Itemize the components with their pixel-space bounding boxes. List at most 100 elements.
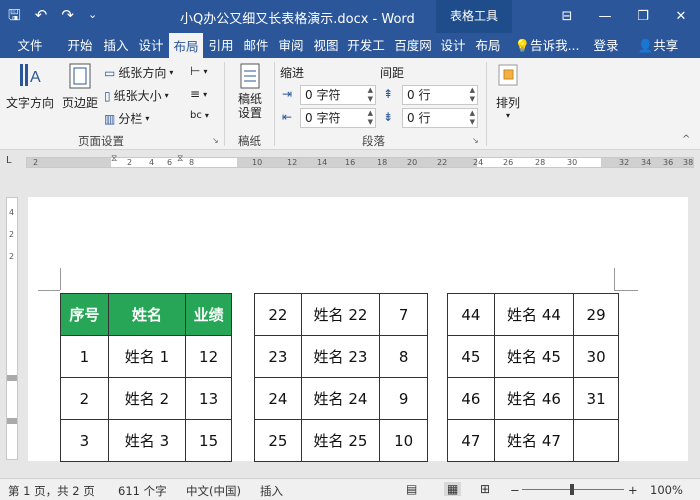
column-marker-icon[interactable]: ⧖ [177, 154, 183, 164]
indent-left-field[interactable]: 0 字符 ▲ ▼ [300, 85, 376, 105]
title-bar: 🖫 ↶ ↷ ⌄ 小Q办公又细又长表格演示.docx - Word 表格工具 ⊟ … [0, 0, 700, 33]
dropdown-arrow-icon: ▾ [505, 111, 510, 120]
breaks-button[interactable]: ⊢ ▾ [190, 64, 207, 78]
spacing-after-field[interactable]: 0 行 ▲ ▼ [402, 108, 478, 128]
indent-label: 缩进 [280, 66, 305, 80]
page-size-icon: ▯ [104, 88, 111, 103]
spinner-icon[interactable]: ▲ ▼ [470, 109, 475, 127]
redo-icon[interactable]: ↷ [61, 5, 74, 25]
read-mode-icon[interactable]: ▤ [406, 482, 417, 496]
zoom-in-button[interactable]: + [628, 483, 638, 497]
table-tools-label: 表格工具 [436, 0, 512, 33]
tab-references[interactable]: 引用 [204, 33, 238, 58]
draft-group-label: 稿纸 [238, 134, 261, 148]
orientation-icon: ▭ [104, 65, 116, 80]
header-cell-score[interactable]: 业绩 [185, 293, 232, 336]
arrange-icon [498, 64, 518, 86]
tab-table-layout[interactable]: 布局 [471, 33, 505, 58]
dialog-launcher-icon[interactable]: ↘ [472, 136, 479, 145]
dropdown-arrow-icon: ▾ [145, 114, 150, 123]
draft-paper-button[interactable]: 稿纸设置 [230, 62, 270, 120]
breaks-icon: ⊢ [190, 64, 201, 78]
text-direction-icon: A [20, 64, 41, 86]
tab-view[interactable]: 视图 [309, 33, 343, 58]
line-numbers-button[interactable]: ≡ ▾ [190, 87, 207, 101]
share-button[interactable]: 👤共享 [628, 33, 688, 58]
tab-developer[interactable]: 开发工 [343, 33, 389, 58]
print-layout-icon[interactable]: ▦ [444, 482, 462, 496]
table-row: 45 姓名 45 30 [447, 335, 619, 378]
size-button[interactable]: ▯ 纸张大小 ▾ [104, 87, 169, 104]
page-indicator[interactable]: 第 1 页，共 2 页 [8, 483, 95, 499]
collapse-ribbon-icon[interactable]: ^ [682, 134, 690, 145]
hyphenation-icon: bc [190, 110, 202, 121]
spacing-before-field[interactable]: 0 行 ▲ ▼ [402, 85, 478, 105]
zoom-slider-thumb[interactable] [570, 484, 574, 495]
ribbon-display-options-icon[interactable]: ⊟ [548, 0, 586, 33]
indent-left-icon: ⇥ [282, 87, 293, 101]
header-cell-index[interactable]: 序号 [60, 293, 109, 336]
tab-baidu[interactable]: 百度网 [390, 33, 436, 58]
save-icon[interactable]: 🖫 [8, 5, 21, 25]
word-count[interactable]: 611 个字 [118, 483, 167, 499]
tell-me-search[interactable]: 💡告诉我... [512, 33, 582, 58]
horizontal-ruler[interactable]: 2 2 4 6 8 10 12 14 16 18 20 22 24 26 28 … [26, 154, 694, 168]
table-row: 1 姓名 1 12 [60, 335, 232, 378]
tab-design[interactable]: 设计 [134, 33, 168, 58]
ribbon-tabs: 文件 开始 插入 设计 布局 引用 邮件 审阅 视图 开发工 百度网 设计 布局… [0, 33, 700, 58]
table-row: 22 姓名 22 7 [254, 293, 428, 336]
columns-icon: ▥ [104, 111, 116, 126]
draft-paper-icon [240, 63, 260, 89]
vertical-ruler[interactable]: 4 2 2 [6, 197, 18, 460]
orientation-button[interactable]: ▭ 纸张方向 ▾ [104, 64, 173, 81]
window-title: 小Q办公又细又长表格演示.docx - Word [180, 12, 415, 27]
table-row: 47 姓名 47 [447, 419, 619, 462]
dropdown-arrow-icon: ▾ [169, 68, 174, 77]
table-row: 23 姓名 23 8 [254, 335, 428, 378]
login-button[interactable]: 登录 [590, 33, 622, 58]
close-button[interactable]: ✕ [662, 0, 700, 33]
table-row: 2 姓名 2 13 [60, 377, 232, 420]
tab-file[interactable]: 文件 [8, 33, 52, 58]
language-indicator[interactable]: 中文(中国) [186, 483, 241, 499]
undo-icon[interactable]: ↶ [35, 5, 48, 25]
ribbon-layout-panel: A 文字方向 页边距 ▭ 纸张方向 ▾ ▯ 纸张大小 ▾ ▥ 分栏 ▾ ⊢ ▾ ≡ ▾ b… [0, 58, 700, 150]
customize-qat-icon[interactable]: ⌄ [88, 5, 97, 25]
dropdown-arrow-icon: ▾ [164, 91, 169, 100]
zoom-out-button[interactable]: − [510, 483, 520, 497]
indent-marker-icon[interactable]: ⧖ [111, 154, 117, 164]
spinner-icon[interactable]: ▲ ▼ [470, 86, 475, 104]
table-row: 46 姓名 46 31 [447, 377, 619, 420]
dialog-launcher-icon[interactable]: ↘ [212, 136, 219, 145]
indent-right-icon: ⇤ [282, 110, 293, 124]
margins-button[interactable]: 页边距 [58, 62, 102, 111]
arrange-button[interactable]: 排列 ▾ [490, 62, 526, 120]
tab-review[interactable]: 审阅 [274, 33, 308, 58]
table-row: 44 姓名 44 29 [447, 293, 619, 336]
table-row: 24 姓名 24 9 [254, 377, 428, 420]
header-cell-name[interactable]: 姓名 [107, 293, 187, 336]
table-header-row: 序号 姓名 业绩 [60, 293, 232, 336]
data-table-1: 序号 姓名 业绩 1 姓名 1 12 2 姓名 2 13 3 姓名 3 15 [60, 293, 232, 462]
restore-button[interactable]: ❐ [624, 0, 662, 33]
tab-insert[interactable]: 插入 [99, 33, 133, 58]
spinner-icon[interactable]: ▲ ▼ [368, 109, 373, 127]
minimize-button[interactable]: — [586, 0, 624, 33]
tab-home[interactable]: 开始 [62, 33, 98, 58]
indent-right-field[interactable]: 0 字符 ▲ ▼ [300, 108, 376, 128]
web-layout-icon[interactable]: ⊞ [480, 482, 490, 496]
hyphenation-button[interactable]: bc ▾ [190, 110, 209, 121]
vertical-scrollbar[interactable] [688, 197, 700, 461]
lightbulb-icon: 💡 [514, 38, 531, 53]
table-row: 3 姓名 3 15 [60, 419, 232, 462]
tab-mailings[interactable]: 邮件 [239, 33, 273, 58]
zoom-level[interactable]: 100% [650, 483, 683, 497]
columns-button[interactable]: ▥ 分栏 ▾ [104, 110, 149, 127]
tab-layout[interactable]: 布局 [169, 33, 203, 58]
insert-mode-indicator[interactable]: 插入 [260, 483, 283, 499]
tab-selector-icon[interactable]: L [6, 155, 12, 166]
spinner-icon[interactable]: ▲ ▼ [368, 86, 373, 104]
table-row: 25 姓名 25 10 [254, 419, 428, 462]
tab-table-design[interactable]: 设计 [436, 33, 470, 58]
text-direction-button[interactable]: A 文字方向 [4, 62, 56, 111]
